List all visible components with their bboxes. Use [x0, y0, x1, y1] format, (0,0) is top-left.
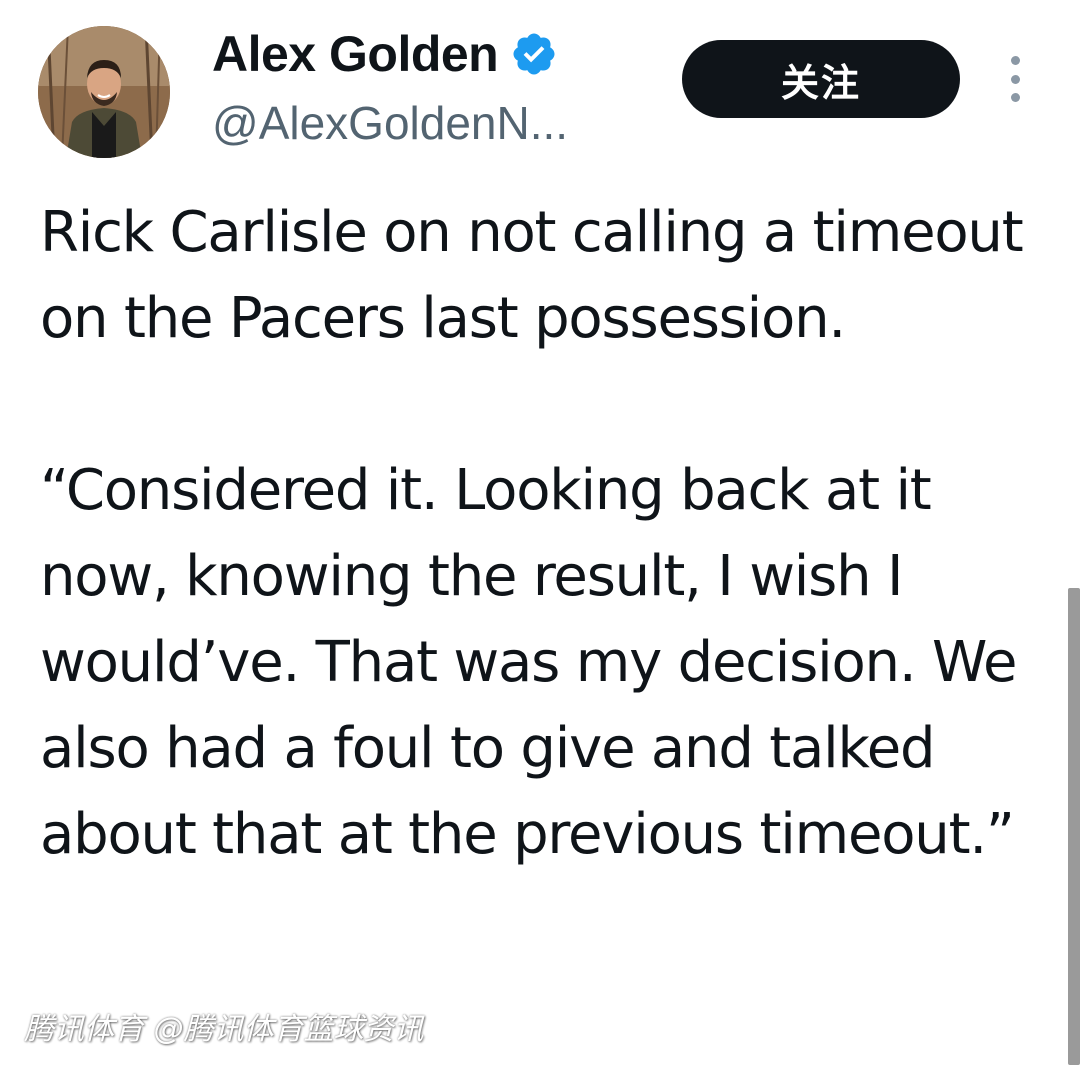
more-dot	[1010, 74, 1020, 84]
more-dot	[1010, 93, 1020, 102]
tweet-text: Rick Carlisle on not calling a timeout o…	[40, 200, 1024, 867]
follow-button[interactable]: 关注	[682, 40, 960, 118]
avatar-photo	[38, 26, 170, 158]
vertical-ellipsis-icon[interactable]	[998, 56, 1032, 102]
scrollbar[interactable]	[1068, 588, 1080, 1065]
more-dot	[1010, 56, 1020, 65]
author-handle[interactable]: @AlexGoldenN...	[212, 96, 568, 150]
author-display-name[interactable]: Alex Golden	[212, 26, 499, 82]
verified-badge-icon	[513, 33, 555, 75]
author-name-row[interactable]: Alex Golden	[212, 26, 558, 82]
avatar[interactable]	[38, 26, 170, 158]
watermark: 腾讯体育 @腾讯体育篮球资讯	[24, 1012, 424, 1047]
